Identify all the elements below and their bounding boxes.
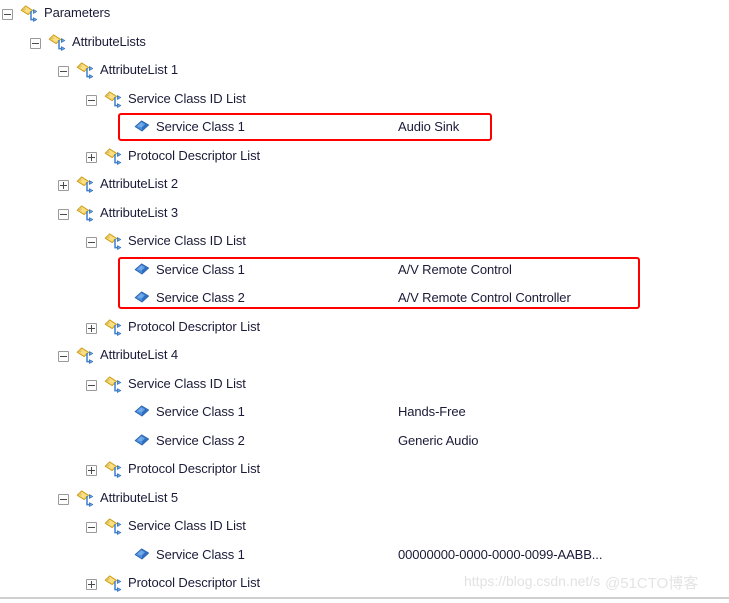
tree-node-label: Service Class ID List [128,233,246,248]
attribute-node-icon [104,375,123,393]
service-class-leaf-icon [134,262,150,278]
attribute-node-icon [48,33,67,51]
attribute-node-icon [104,461,123,478]
tree-row[interactable]: Service Class ID List [0,86,729,114]
tree-node-label: AttributeList 1 [100,62,178,77]
service-class-leaf-icon [134,405,150,420]
service-class-leaf-icon [134,547,150,563]
tree-node-label: Protocol Descriptor List [128,575,260,590]
tree-node-label: Service Class 2 [156,290,245,305]
collapse-node-icon[interactable] [86,237,97,248]
attribute-node-icon [76,347,95,364]
tree-node-label: AttributeLists [72,33,146,49]
bottom-divider [0,597,729,599]
tree-node-label: AttributeList 2 [100,176,178,191]
parameters-tree[interactable]: Parameters AttributeLists AttributeList 1 S… [0,0,729,597]
collapse-node-icon[interactable] [86,94,97,106]
tree-node-label: Service Class ID List [128,90,246,106]
expand-node-icon[interactable] [86,322,97,334]
attribute-node-icon [104,318,123,336]
collapse-node-icon[interactable] [30,37,41,49]
tree-node-value: 00000000-0000-0000-0099-AABB... [398,546,603,562]
attribute-node-icon [76,176,95,193]
tree-node-label: Service Class ID List [128,375,246,391]
service-class-leaf-icon [134,120,150,135]
attribute-node-icon [104,575,123,592]
attribute-node-icon [104,90,123,108]
tree-row[interactable]: AttributeList 4 [0,342,729,370]
attribute-node-icon [104,518,123,535]
tree-node-label: Service Class 1 [156,404,245,419]
collapse-node-icon[interactable] [58,66,69,77]
tree-node-label: Service Class 1 [156,119,245,134]
tree-row[interactable]: Service Class 1 A/V Remote Control [0,257,729,285]
tree-row[interactable]: Service Class 2 Generic Audio [0,428,729,456]
collapse-node-icon[interactable] [58,493,69,505]
tree-row[interactable]: AttributeList 1 [0,57,729,85]
tree-node-label: Protocol Descriptor List [128,318,260,334]
tree-row[interactable]: Service Class 1 Audio Sink [0,114,729,142]
tree-node-label: Service Class 1 [156,261,245,277]
attribute-node-icon [76,489,95,507]
tree-node-label: Service Class 1 [156,546,245,562]
tree-row[interactable]: Service Class ID List [0,513,729,541]
service-class-leaf-icon [134,291,150,306]
tree-node-label: Protocol Descriptor List [128,461,260,476]
expand-node-icon[interactable] [86,151,97,163]
tree-row[interactable]: Protocol Descriptor List [0,143,729,171]
watermark-logo: @51CTO博客 [605,575,699,592]
tree-node-label: AttributeList 4 [100,347,178,362]
tree-row[interactable]: AttributeList 5 [0,485,729,513]
tree-row[interactable]: Protocol Descriptor List [0,314,729,342]
tree-node-value: A/V Remote Control [398,261,512,277]
tree-node-label: Service Class 2 [156,432,245,448]
tree-node-value: Audio Sink [398,119,460,134]
collapse-node-icon[interactable] [86,522,97,533]
tree-row[interactable]: Protocol Descriptor List [0,456,729,484]
tree-row[interactable]: Service Class ID List [0,228,729,256]
tree-row[interactable]: Service Class 1 Hands-Free [0,399,729,427]
tree-node-label: Service Class ID List [128,518,246,533]
watermark-url: https://blog.csdn.net/s [464,573,601,589]
tree-row[interactable]: AttributeList 3 [0,200,729,228]
tree-node-label: Protocol Descriptor List [128,147,260,163]
collapse-node-icon[interactable] [58,208,69,220]
collapse-node-icon[interactable] [58,351,69,362]
attribute-node-icon [76,204,95,222]
expand-node-icon[interactable] [86,465,97,476]
attribute-node-icon [20,5,39,22]
tree-row[interactable]: Service Class 1 00000000-0000-0000-0099-A… [0,542,729,570]
collapse-node-icon[interactable] [86,379,97,391]
tree-row[interactable]: AttributeList 2 [0,171,729,199]
tree-node-value: A/V Remote Control Controller [398,290,571,305]
tree-row[interactable]: Service Class 2 A/V Remote Control Contro… [0,285,729,313]
attribute-node-icon [104,233,123,250]
expand-node-icon[interactable] [86,579,97,590]
service-class-leaf-icon [134,433,150,449]
tree-node-label: AttributeList 5 [100,489,178,505]
attribute-node-icon [104,147,123,165]
tree-node-value: Generic Audio [398,432,479,448]
attribute-node-icon [76,62,95,79]
collapse-node-icon[interactable] [2,9,13,20]
tree-node-value: Hands-Free [398,404,466,419]
tree-node-label: Parameters [44,5,111,20]
tree-row[interactable]: AttributeLists [0,29,729,57]
tree-row[interactable]: Service Class ID List [0,371,729,399]
tree-row[interactable]: Parameters [0,0,729,28]
expand-node-icon[interactable] [58,180,69,191]
tree-node-label: AttributeList 3 [100,204,178,220]
